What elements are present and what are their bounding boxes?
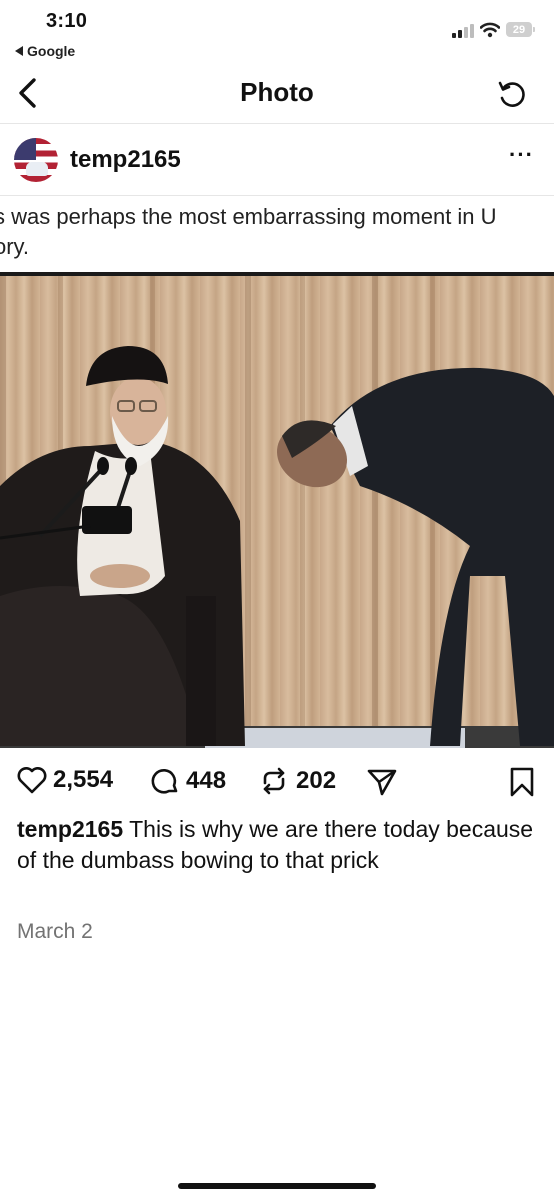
bookmark-icon[interactable] <box>508 766 536 798</box>
back-triangle-icon <box>15 46 23 56</box>
refresh-icon[interactable] <box>496 78 528 110</box>
repost-icon <box>263 767 285 795</box>
nav-bar: Photo <box>0 64 554 122</box>
post-date: March 2 <box>17 920 93 943</box>
like-button[interactable]: 2,554 <box>17 766 113 794</box>
photo-illustration <box>0 276 554 748</box>
comment-button[interactable]: 448 <box>150 766 226 796</box>
caption-username[interactable]: temp2165 <box>17 816 123 842</box>
page-title: Photo <box>240 77 314 107</box>
post-caption: temp2165 This is why we are there today … <box>17 814 542 876</box>
heart-icon <box>17 767 47 794</box>
wifi-icon <box>480 22 500 38</box>
post-photo[interactable] <box>0 276 554 748</box>
status-icons: 29 <box>452 22 535 38</box>
back-to-app-link[interactable]: Google <box>15 43 75 59</box>
status-bar: 3:10 Google 29 <box>0 0 554 64</box>
back-app-label: Google <box>27 43 76 59</box>
avatar[interactable] <box>14 138 58 182</box>
comment-icon <box>151 768 178 794</box>
image-caption-line-2: ory. <box>0 234 30 259</box>
image-caption-line-1: s was perhaps the most embarrassing mome… <box>0 204 497 229</box>
status-time: 3:10 <box>46 10 88 32</box>
more-horizontal-icon[interactable]: ··· <box>509 144 534 166</box>
comment-count: 448 <box>186 767 227 794</box>
send-icon[interactable] <box>366 766 398 798</box>
repost-button[interactable]: 202 <box>258 766 336 796</box>
repost-count: 202 <box>296 767 337 794</box>
image-caption-text: s was perhaps the most embarrassing mome… <box>0 196 554 272</box>
post-username[interactable]: temp2165 <box>70 146 181 174</box>
battery-icon: 29 <box>506 22 535 37</box>
battery-level: 29 <box>512 23 526 36</box>
cellular-signal-icon <box>452 22 474 38</box>
post-actions: 2,554 448 202 <box>0 756 554 806</box>
post-header: temp2165 ··· <box>0 124 554 194</box>
home-indicator <box>178 1183 376 1189</box>
like-count: 2,554 <box>53 766 114 793</box>
